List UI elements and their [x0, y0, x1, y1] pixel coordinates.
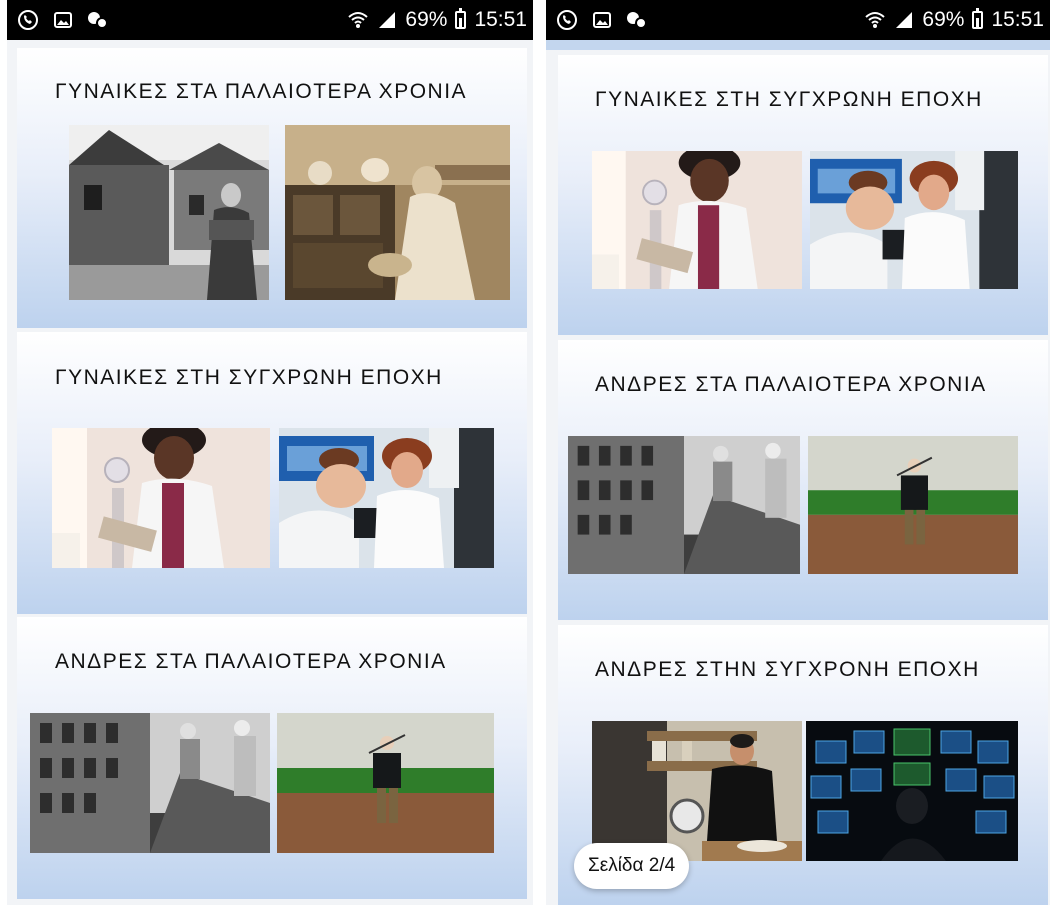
section-title: ΓΥΝΑΙΚΕΣ ΣΤΗ ΣΥΓΧΡΩΝΗ ΕΠΟΧΗ — [595, 88, 983, 111]
photo-lab-microscope — [279, 428, 494, 568]
image-icon — [53, 10, 73, 30]
battery-icon — [455, 8, 467, 29]
section-card-men-past[interactable]: ΑΝΔΡΕΣ ΣΤΑ ΠΑΛΑΙΟΤΕΡΑ ΧΡΟΝΙΑ — [558, 340, 1048, 620]
photo-man-cooking — [592, 721, 802, 861]
signal-icon — [894, 10, 914, 30]
section-card-women-modern[interactable]: ΓΥΝΑΙΚΕΣ ΣΤΗ ΣΥΓΧΡΩΝΗ ΕΠΟΧΗ — [17, 332, 527, 614]
photo-doctor-tablet — [52, 428, 270, 568]
photo-old-kitchen-woman — [285, 125, 510, 300]
photo-old-construction — [568, 436, 800, 574]
photo-farmer-field — [808, 436, 1018, 574]
phone-screen-right: 69% 15:51 ΓΥΝΑΙΚΕΣ ΣΤΗ ΣΥΓΧΡΩΝΗ ΕΠΟΧΗ ΑΝ… — [546, 0, 1050, 905]
wifi-icon — [347, 10, 369, 30]
network-sharing-icon — [87, 10, 109, 30]
section-title: ΑΝΔΡΕΣ ΣΤΑ ΠΑΛΑΙΟΤΕΡΑ ΧΡΟΝΙΑ — [55, 650, 447, 673]
photo-monitors-control-room — [806, 721, 1018, 861]
section-card-women-modern[interactable]: ΓΥΝΑΙΚΕΣ ΣΤΗ ΣΥΓΧΡΩΝΗ ΕΠΟΧΗ — [558, 55, 1048, 335]
wifi-icon — [864, 10, 886, 30]
previous-card-edge — [546, 40, 1050, 50]
phone-screen-left: 69% 15:51 ΓΥΝΑΙΚΕΣ ΣΤΑ ΠΑΛΑΙΟΤΕΡΑ ΧΡΟΝΙΑ — [7, 0, 533, 905]
photo-lab-microscope — [810, 151, 1018, 289]
viber-icon — [17, 9, 39, 31]
photo-doctor-tablet — [592, 151, 802, 289]
section-title: ΑΝΔΡΕΣ ΣΤΗΝ ΣΥΓΧΡΟΝΗ ΕΠΟΧΗ — [595, 658, 980, 681]
section-card-men-past[interactable]: ΑΝΔΡΕΣ ΣΤΑ ΠΑΛΑΙΟΤΕΡΑ ΧΡΟΝΙΑ — [17, 617, 527, 899]
section-card-women-past[interactable]: ΓΥΝΑΙΚΕΣ ΣΤΑ ΠΑΛΑΙΟΤΕΡΑ ΧΡΟΝΙΑ — [17, 48, 527, 328]
photo-farmer-field — [277, 713, 494, 853]
network-sharing-icon — [626, 10, 648, 30]
battery-percent: 69% — [922, 8, 965, 31]
status-bar: 69% 15:51 — [546, 0, 1050, 40]
page-indicator: Σελίδα 2/4 — [574, 843, 690, 889]
signal-icon — [377, 10, 397, 30]
battery-percent: 69% — [405, 8, 448, 31]
clock: 15:51 — [991, 8, 1044, 31]
photo-old-construction — [30, 713, 270, 853]
image-icon — [592, 10, 612, 30]
viber-icon — [556, 9, 578, 31]
clock: 15:51 — [474, 8, 527, 31]
section-title: ΓΥΝΑΙΚΕΣ ΣΤΑ ΠΑΛΑΙΟΤΕΡΑ ΧΡΟΝΙΑ — [55, 80, 468, 103]
status-bar: 69% 15:51 — [7, 0, 533, 40]
battery-icon — [972, 8, 984, 29]
section-title: ΓΥΝΑΙΚΕΣ ΣΤΗ ΣΥΓΧΡΩΝΗ ΕΠΟΧΗ — [55, 366, 443, 389]
section-title: ΑΝΔΡΕΣ ΣΤΑ ΠΑΛΑΙΟΤΕΡΑ ΧΡΟΝΙΑ — [595, 373, 987, 396]
photo-old-village-woman — [69, 125, 269, 300]
